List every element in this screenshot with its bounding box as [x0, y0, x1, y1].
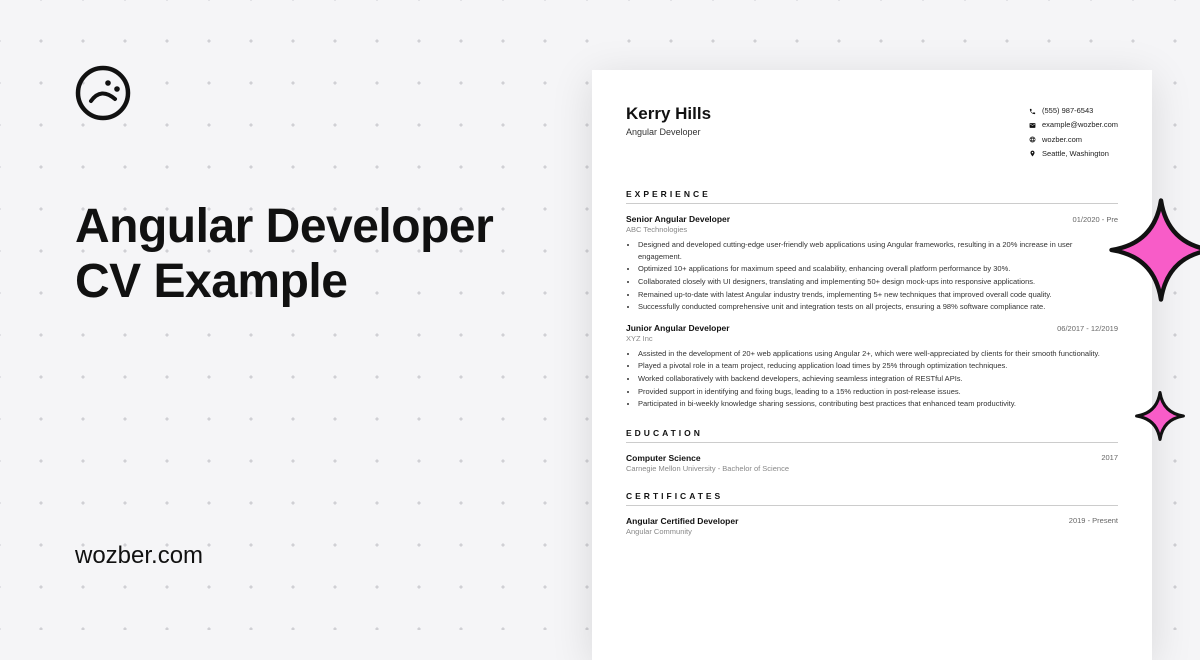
site-url: wozber.com: [75, 542, 203, 570]
job-company: XYZ Inc: [626, 334, 1118, 343]
section-experience: EXPERIENCE: [626, 189, 1118, 204]
globe-icon: [1029, 136, 1036, 143]
bullet-item: Designed and developed cutting-edge user…: [638, 239, 1118, 262]
education-year: 2017: [1101, 453, 1118, 463]
resume-role: Angular Developer: [626, 127, 711, 137]
contact-phone: (555) 987-6543: [1029, 104, 1118, 118]
resume-name: Kerry Hills: [626, 104, 711, 124]
job-title: Junior Angular Developer: [626, 323, 730, 333]
resume-header: Kerry Hills Angular Developer (555) 987-…: [626, 104, 1118, 161]
bullet-item: Participated in bi-weekly knowledge shar…: [638, 398, 1118, 410]
education-school: Carnegie Mellon University - Bachelor of…: [626, 464, 1118, 473]
sparkle-small-icon: [1134, 390, 1186, 447]
job-company: ABC Technologies: [626, 225, 1118, 234]
bullet-item: Optimized 10+ applications for maximum s…: [638, 263, 1118, 275]
section-certificates: CERTIFICATES: [626, 491, 1118, 506]
job-bullets: Designed and developed cutting-edge user…: [626, 239, 1118, 313]
contact-email: example@wozber.com: [1029, 118, 1118, 132]
section-education: EDUCATION: [626, 428, 1118, 443]
wozber-logo-icon: [75, 65, 131, 121]
education-degree: Computer Science: [626, 453, 701, 463]
bullet-item: Played a pivotal role in a team project,…: [638, 360, 1118, 372]
left-panel: Angular Developer CV Example: [75, 65, 535, 309]
certificate-name: Angular Certified Developer: [626, 516, 738, 526]
resume-preview: Kerry Hills Angular Developer (555) 987-…: [592, 70, 1152, 660]
contact-location: Seattle, Washington: [1029, 147, 1118, 161]
sparkle-large-icon: [1106, 195, 1200, 310]
certificate-dates: 2019 - Present: [1069, 516, 1118, 526]
job-block: Junior Angular Developer 06/2017 - 12/20…: [626, 323, 1118, 410]
contact-list: (555) 987-6543 example@wozber.com wozber…: [1029, 104, 1118, 161]
bullet-item: Worked collaboratively with backend deve…: [638, 373, 1118, 385]
page-title: Angular Developer CV Example: [75, 199, 535, 309]
contact-web: wozber.com: [1029, 133, 1118, 147]
job-bullets: Assisted in the development of 20+ web a…: [626, 348, 1118, 410]
bullet-item: Successfully conducted comprehensive uni…: [638, 301, 1118, 313]
job-title: Senior Angular Developer: [626, 214, 730, 224]
bullet-item: Provided support in identifying and fixi…: [638, 386, 1118, 398]
location-icon: [1029, 150, 1036, 157]
certificate-org: Angular Community: [626, 527, 1118, 536]
phone-icon: [1029, 108, 1036, 115]
job-block: Senior Angular Developer 01/2020 - Pre A…: [626, 214, 1118, 313]
job-dates: 06/2017 - 12/2019: [1057, 324, 1118, 333]
email-icon: [1029, 122, 1036, 129]
bullet-item: Collaborated closely with UI designers, …: [638, 276, 1118, 288]
title-line-2: CV Example: [75, 255, 347, 308]
bullet-item: Assisted in the development of 20+ web a…: [638, 348, 1118, 360]
bullet-item: Remained up-to-date with latest Angular …: [638, 289, 1118, 301]
title-line-1: Angular Developer: [75, 200, 493, 253]
